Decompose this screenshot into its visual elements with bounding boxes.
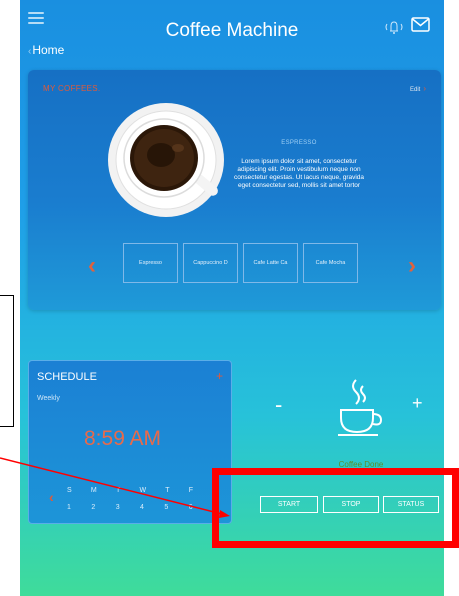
schedule-frequency: Weekly <box>37 395 60 402</box>
schedule-dates: 1 2 3 4 5 6 7 <box>67 504 217 511</box>
carousel-prev-icon[interactable]: ‹ <box>88 252 96 280</box>
date-label[interactable]: 1 <box>67 504 71 511</box>
page-title: Coffee Machine <box>165 20 299 41</box>
carousel-next-icon[interactable]: › <box>408 252 416 280</box>
coffee-cup-steam-icon <box>336 378 384 438</box>
annotation-highlight-box <box>212 468 459 548</box>
day-label[interactable]: W <box>139 487 146 494</box>
chevron-left-icon[interactable]: ‹ <box>49 489 54 505</box>
date-label[interactable]: 4 <box>140 504 144 511</box>
day-label[interactable]: F <box>189 487 193 494</box>
bell-icon[interactable] <box>384 18 404 36</box>
decrease-button[interactable]: - <box>275 392 282 418</box>
date-label[interactable]: 6 <box>189 504 193 511</box>
add-schedule-button[interactable]: + <box>216 369 223 383</box>
my-coffees-title: MY COFFEES. <box>43 84 101 93</box>
chevron-right-icon: › <box>423 84 426 93</box>
date-label[interactable]: 3 <box>116 504 120 511</box>
coffee-name: ESPRESSO <box>281 140 317 146</box>
coffee-option-cafe-mocha[interactable]: Cafe Mocha <box>303 243 358 283</box>
day-label[interactable]: T <box>165 487 169 494</box>
edit-label: Edit <box>409 87 421 93</box>
breadcrumb-home: Home <box>32 43 65 57</box>
schedule-panel: SCHEDULE + Weekly 8:59 AM ‹ S M T W T F … <box>28 360 232 524</box>
coffee-description: Lorem ipsum dolor sit amet, consectetur … <box>233 158 365 189</box>
day-label[interactable]: S <box>67 487 72 494</box>
chevron-left-icon: ‹ <box>28 46 32 57</box>
date-label[interactable]: 2 <box>91 504 95 511</box>
day-label[interactable]: M <box>91 487 97 494</box>
schedule-time: 8:59 AM <box>84 427 162 450</box>
increase-button[interactable]: + <box>412 393 423 414</box>
date-label[interactable]: 5 <box>164 504 168 511</box>
coffee-option-cappuccino[interactable]: Cappuccino D <box>183 243 238 283</box>
schedule-title: SCHEDULE <box>37 371 97 383</box>
day-label[interactable]: T <box>116 487 120 494</box>
edit-link[interactable]: Edit › <box>410 84 426 93</box>
mail-icon[interactable] <box>411 17 430 32</box>
coffee-cup-image <box>106 100 226 220</box>
coffee-option-cafe-latte[interactable]: Cafe Latte Ca <box>243 243 298 283</box>
annotation-side-box <box>0 295 14 427</box>
schedule-days: S M T W T F S <box>67 487 217 494</box>
breadcrumb[interactable]: ‹Home <box>28 43 64 57</box>
coffee-option-espresso[interactable]: Espresso <box>123 243 178 283</box>
